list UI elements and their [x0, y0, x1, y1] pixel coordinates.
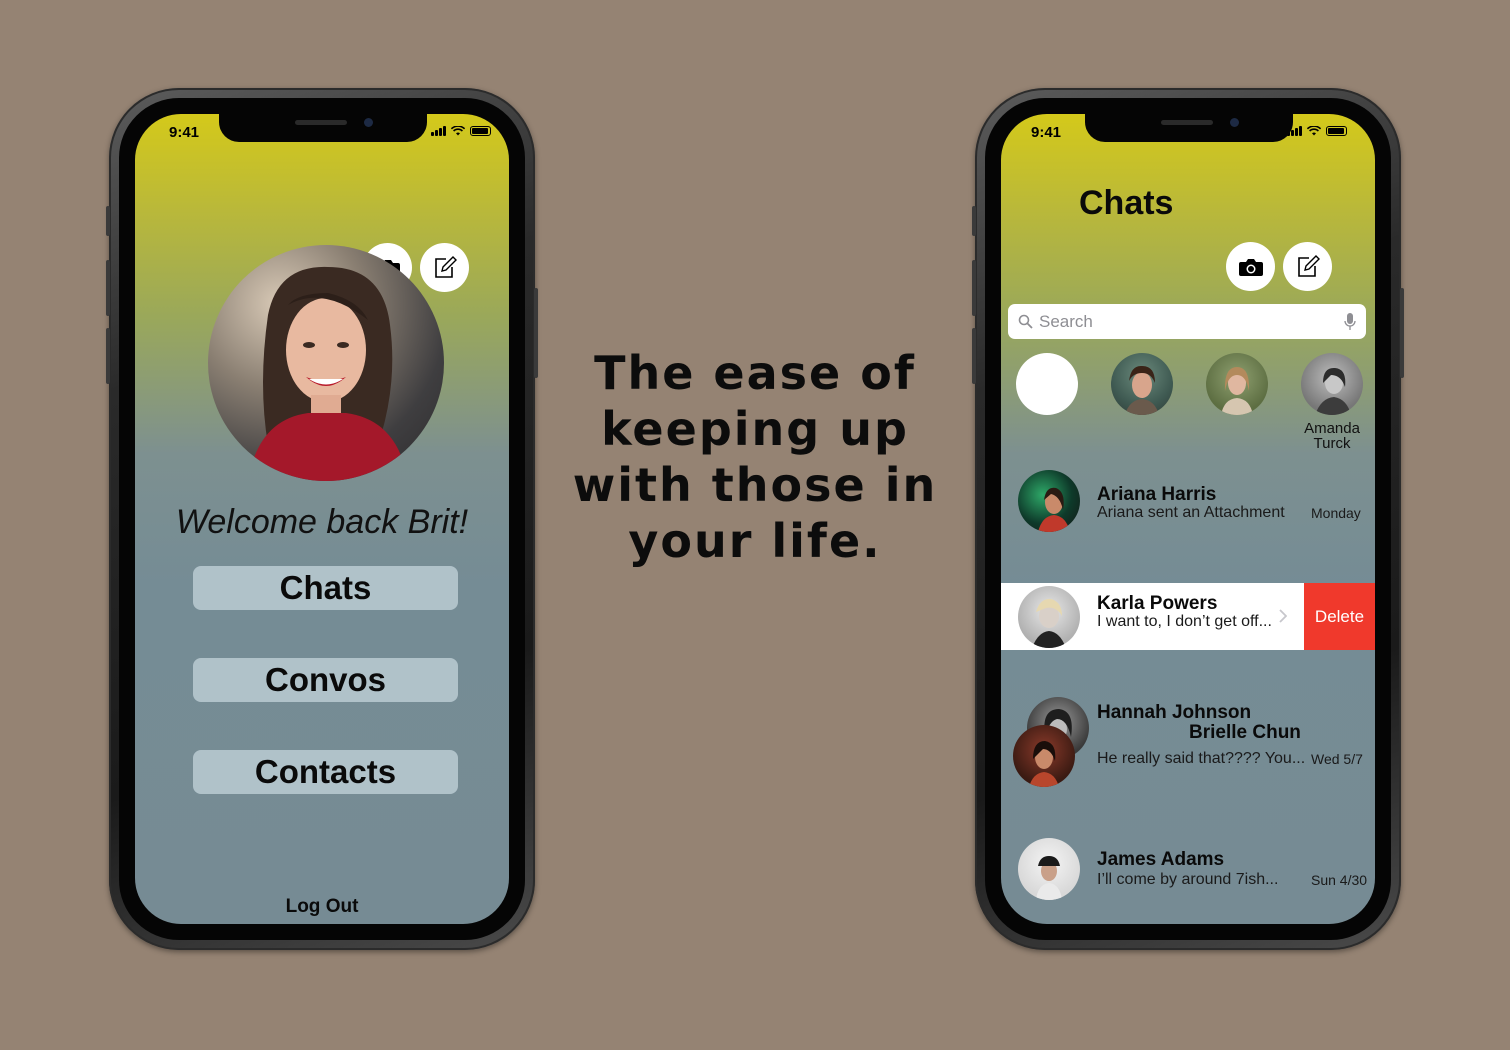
camera-icon — [1238, 258, 1263, 276]
status-icons — [1287, 126, 1347, 136]
signal-icon — [431, 126, 446, 136]
side-button — [972, 328, 976, 384]
chats-screen: 9:41 Chats Search Amanda Turck Ariana Ha… — [1001, 114, 1375, 924]
compose-button[interactable] — [420, 243, 469, 292]
logout-button[interactable]: Log Out — [135, 896, 509, 918]
side-button — [106, 206, 110, 236]
story-name: Amanda Turck — [1304, 420, 1360, 452]
status-time: 9:41 — [1031, 124, 1062, 141]
compose-icon — [1297, 254, 1320, 277]
compose-icon — [434, 255, 457, 278]
profile-photo[interactable] — [208, 245, 444, 481]
profile-illustration — [248, 266, 408, 481]
search-bar[interactable]: Search — [1008, 304, 1366, 339]
chat-name-second[interactable]: Brielle Chun — [1189, 722, 1301, 744]
phone-home: 9:41 Welcome back Brit! Chats Convos Con… — [106, 88, 538, 950]
chat-time: Wed 5/7 — [1311, 751, 1363, 767]
chat-time: Monday — [1311, 505, 1361, 521]
tagline-line-3: with those in — [572, 458, 938, 512]
battery-icon — [470, 126, 491, 136]
notch — [219, 114, 427, 142]
status-time: 9:41 — [169, 124, 200, 141]
side-button — [106, 260, 110, 316]
chat-name[interactable]: James Adams — [1097, 849, 1224, 871]
wifi-icon — [1307, 126, 1321, 136]
side-button — [972, 260, 976, 316]
chats-button[interactable]: Chats — [193, 566, 458, 610]
home-screen: 9:41 Welcome back Brit! Chats Convos Con… — [135, 114, 509, 924]
phone-chats: 9:41 Chats Search Amanda Turck Ariana Ha… — [972, 88, 1404, 950]
chevron-right-icon — [1279, 609, 1287, 623]
story-add[interactable] — [1016, 353, 1078, 415]
avatar[interactable] — [1018, 838, 1080, 900]
side-button — [106, 328, 110, 384]
chat-preview: He really said that???? You... — [1097, 750, 1306, 767]
tagline-line-2: keeping up — [601, 402, 909, 456]
camera-button[interactable] — [1226, 242, 1275, 291]
chat-preview: Ariana sent an Attachment — [1097, 504, 1285, 521]
tagline-line-1: The ease of — [594, 346, 916, 400]
compose-button[interactable] — [1283, 242, 1332, 291]
notch — [1085, 114, 1293, 142]
tagline-line-4: your life. — [628, 514, 882, 568]
avatar[interactable] — [1018, 586, 1080, 648]
chat-preview: I want to, I don’t get off... — [1097, 613, 1272, 630]
wifi-icon — [451, 126, 465, 136]
convos-button[interactable]: Convos — [193, 658, 458, 702]
welcome-message: Welcome back Brit! — [175, 503, 469, 541]
story-avatar[interactable] — [1206, 353, 1268, 415]
chat-preview: I’ll come by around 7ish... — [1097, 871, 1279, 888]
avatar[interactable] — [1013, 725, 1075, 787]
chat-name[interactable]: Karla Powers — [1097, 593, 1217, 615]
search-icon — [1018, 314, 1033, 329]
story-avatar-amanda[interactable] — [1301, 353, 1363, 415]
avatar[interactable] — [1018, 470, 1080, 532]
side-button — [534, 288, 538, 378]
side-button — [1400, 288, 1404, 378]
tagline: The ease of keeping up with those in you… — [560, 345, 950, 569]
page-title: Chats — [1079, 184, 1174, 222]
story-avatar[interactable] — [1111, 353, 1173, 415]
chat-row-swiped[interactable]: Karla Powers I want to, I don’t get off.… — [1001, 583, 1375, 650]
status-icons — [431, 126, 491, 136]
delete-button[interactable]: Delete — [1304, 583, 1375, 650]
battery-icon — [1326, 126, 1347, 136]
chat-name[interactable]: Hannah Johnson — [1097, 702, 1251, 724]
side-button — [972, 206, 976, 236]
chat-name[interactable]: Ariana Harris — [1097, 484, 1216, 506]
contacts-button[interactable]: Contacts — [193, 750, 458, 794]
microphone-icon[interactable] — [1344, 312, 1356, 332]
chat-time: Sun 4/30 — [1311, 872, 1368, 888]
search-input[interactable]: Search — [1039, 312, 1344, 332]
